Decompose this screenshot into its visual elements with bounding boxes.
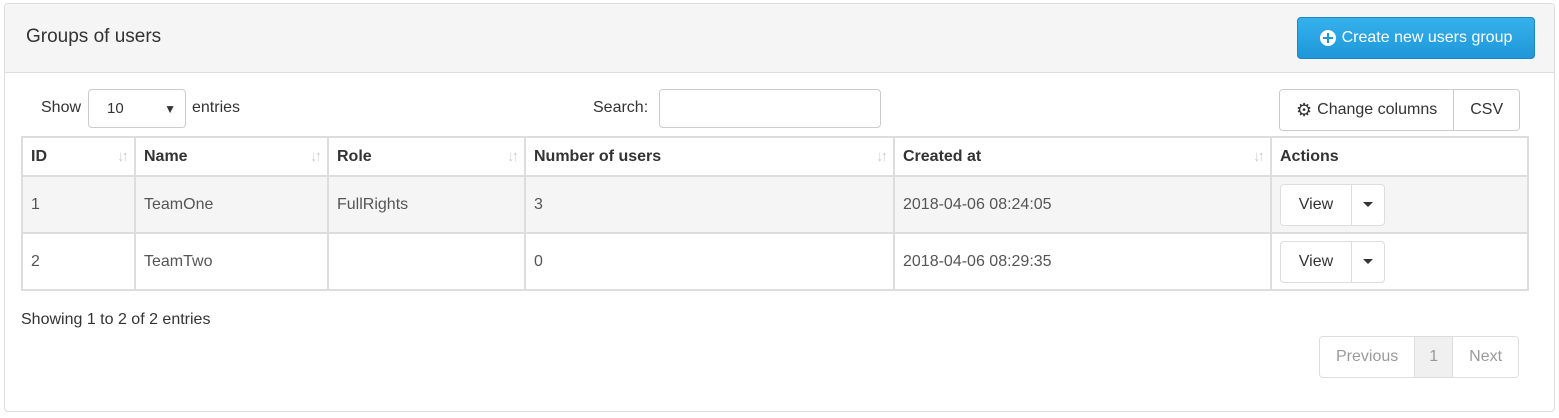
sort-icon: ↓↑ xyxy=(507,148,519,165)
cell-id: 1 xyxy=(21,175,136,234)
pagination: Previous 1 Next xyxy=(1319,336,1520,378)
change-columns-label: Change columns xyxy=(1317,101,1438,118)
search-label: Search: xyxy=(593,99,649,116)
table-info: Showing 1 to 2 of 2 entries xyxy=(21,311,211,328)
next-page-button[interactable]: Next xyxy=(1452,337,1519,377)
column-header-created-at[interactable]: Created at ↓↑ xyxy=(893,136,1272,177)
page-length-value: 10 xyxy=(107,100,124,117)
column-header-actions: Actions xyxy=(1270,136,1529,177)
view-button[interactable]: View xyxy=(1281,242,1351,282)
cell-id: 2 xyxy=(21,232,136,291)
column-header-id[interactable]: ID ↓↑ xyxy=(21,136,136,177)
create-users-group-button[interactable]: Create new users group xyxy=(1297,17,1535,59)
cell-actions: View xyxy=(1270,175,1529,234)
sort-icon: ↓↑ xyxy=(1253,148,1265,165)
create-users-group-label: Create new users group xyxy=(1341,29,1513,46)
entries-label: entries xyxy=(192,99,241,116)
cell-name: TeamTwo xyxy=(134,232,329,291)
caret-down-icon: ▼ xyxy=(164,102,176,116)
view-button[interactable]: View xyxy=(1281,185,1351,225)
cell-role: FullRights xyxy=(327,175,526,234)
table-header-row: ID ↓↑ Name ↓↑ Role ↓↑ Number of users ↓↑ Cre… xyxy=(21,136,1529,177)
cell-actions: View xyxy=(1270,232,1529,291)
cell-created-at: 2018-04-06 08:24:05 xyxy=(893,175,1272,234)
users-groups-table: ID ↓↑ Name ↓↑ Role ↓↑ Number of users ↓↑ Cre… xyxy=(21,136,1529,291)
row-action-group: View xyxy=(1280,183,1385,226)
cell-role xyxy=(327,232,526,291)
page-title: Groups of users xyxy=(26,26,162,47)
page-length-select[interactable]: 10 ▼ xyxy=(88,89,186,128)
sort-icon: ↓↑ xyxy=(310,148,322,165)
gear-icon: ⚙ xyxy=(1296,100,1313,120)
column-header-number-of-users[interactable]: Number of users ↓↑ xyxy=(524,136,895,177)
previous-page-button[interactable]: Previous xyxy=(1320,337,1415,377)
sort-icon: ↓↑ xyxy=(876,148,888,165)
cell-name: TeamOne xyxy=(134,175,329,234)
csv-label: CSV xyxy=(1470,101,1504,118)
table-row: 2 TeamTwo 0 2018-04-06 08:29:35 View xyxy=(21,232,1529,291)
plus-circle-icon xyxy=(1319,30,1336,46)
row-action-group: View xyxy=(1280,240,1385,283)
cell-number-of-users: 3 xyxy=(524,175,895,234)
csv-export-button[interactable]: CSV xyxy=(1453,90,1520,130)
panel-heading: Groups of users Create new users group xyxy=(5,4,1554,73)
sort-icon: ↓↑ xyxy=(117,148,129,165)
cell-created-at: 2018-04-06 08:29:35 xyxy=(893,232,1272,291)
cell-number-of-users: 0 xyxy=(524,232,895,291)
show-label: Show xyxy=(41,99,82,116)
column-header-role[interactable]: Role ↓↑ xyxy=(327,136,526,177)
caret-down-icon xyxy=(1363,259,1373,264)
actions-dropdown-button[interactable] xyxy=(1351,241,1384,282)
actions-dropdown-button[interactable] xyxy=(1351,184,1384,225)
search-input[interactable] xyxy=(659,89,881,128)
caret-down-icon xyxy=(1363,202,1373,207)
change-columns-button[interactable]: ⚙ Change columns xyxy=(1280,90,1454,130)
column-header-name[interactable]: Name ↓↑ xyxy=(134,136,329,177)
table-row: 1 TeamOne FullRights 3 2018-04-06 08:24:… xyxy=(21,175,1529,234)
page-1-button[interactable]: 1 xyxy=(1414,337,1453,377)
table-tools: ⚙ Change columns CSV xyxy=(1279,89,1521,131)
